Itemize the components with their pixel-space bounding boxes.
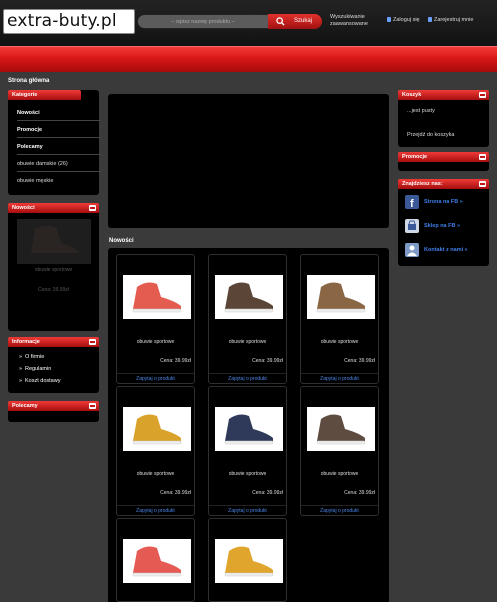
product-image[interactable] [307, 407, 375, 451]
find-us-title: Znajdziesz nas: [398, 179, 489, 189]
product-card[interactable] [208, 518, 287, 602]
cart-empty-text: ...jest pusty [407, 108, 435, 114]
login-link[interactable]: Zaloguj się [387, 17, 420, 23]
product-image[interactable] [123, 275, 191, 319]
news-product-image[interactable] [17, 219, 91, 264]
category-item-damskie[interactable]: obuwie damskie (26) [17, 161, 101, 172]
category-item-polecamy[interactable]: Polecamy [17, 144, 101, 155]
promo-box: Promocje [398, 152, 489, 171]
product-name[interactable]: obuwie sportowe [209, 339, 286, 345]
info-title: Informacje [8, 337, 99, 347]
news-title-label: Nowości [12, 205, 35, 211]
collapse-icon[interactable] [479, 181, 486, 187]
categories-title: Kategorie [8, 90, 81, 100]
section-title: Nowości [109, 238, 134, 244]
search-input[interactable]: -- wpisz nazwę produktu -- [137, 14, 269, 29]
cart-box: Koszyk ...jest pusty Przejdź do koszyka [398, 90, 489, 147]
info-link-about[interactable]: O firmie [19, 354, 44, 360]
ask-about-product-link[interactable]: Zapytaj o produkt [301, 505, 378, 514]
product-image[interactable] [123, 407, 191, 451]
recommended-title: Polecamy [8, 401, 99, 411]
product-image[interactable] [215, 407, 283, 451]
contact-icon [405, 243, 419, 257]
product-card[interactable]: obuwie sportowe Cena: 39.99zł Zapytaj o pr… [116, 386, 195, 516]
products-panel: obuwie sportowe Cena: 39.99zł Zapytaj o pr… [108, 248, 389, 602]
facebook-page-label: Strona na FB » [424, 199, 463, 205]
promo-title: Promocje [398, 152, 489, 162]
collapse-icon[interactable] [89, 339, 96, 345]
ask-about-product-link[interactable]: Zapytaj o produkt [209, 505, 286, 514]
info-link-terms[interactable]: Regulamin [19, 366, 51, 372]
product-image[interactable] [307, 275, 375, 319]
breadcrumb[interactable]: Strona główna [8, 78, 49, 84]
product-price: Cena: 39.99zł [344, 490, 375, 496]
product-card[interactable]: obuwie sportowe Cena: 39.99zł Zapytaj o pr… [300, 254, 379, 384]
product-price: Cena: 39.99zł [160, 358, 191, 364]
banner[interactable] [108, 94, 389, 228]
news-box: Nowości obuwie sportowe Cena: 39.99zł [8, 203, 99, 331]
register-label: Zarejestruj mnie [434, 17, 474, 23]
product-card[interactable]: obuwie sportowe Cena: 39.99zł Zapytaj o pr… [208, 386, 287, 516]
product-name[interactable]: obuwie sportowe [117, 339, 194, 345]
find-us-title-label: Znajdziesz nas: [402, 181, 443, 187]
product-card[interactable]: obuwie sportowe Cena: 39.99zł Zapytaj o pr… [300, 386, 379, 516]
category-item-promocje[interactable]: Promocje [17, 127, 101, 138]
product-name[interactable]: obuwie sportowe [117, 471, 194, 477]
product-price: Cena: 39.99zł [160, 490, 191, 496]
login-label: Zaloguj się [393, 17, 420, 23]
collapse-icon[interactable] [479, 154, 486, 160]
recommended-box: Polecamy [8, 401, 99, 422]
cart-title-label: Koszyk [402, 92, 422, 98]
advanced-search-link[interactable]: Wyszukiwanie zaawansowane [330, 14, 374, 28]
news-product-price: Cena: 39.99zł [38, 287, 69, 293]
site-logo[interactable]: extra-buty.pl [3, 9, 135, 34]
collapse-icon[interactable] [89, 205, 96, 211]
nav-bar [0, 46, 497, 72]
recommended-title-label: Polecamy [12, 403, 38, 409]
product-card[interactable]: obuwie sportowe Cena: 39.99zł Zapytaj o pr… [208, 254, 287, 384]
search-button-label: Szukaj [294, 18, 313, 24]
find-us-box: Znajdziesz nas: f Strona na FB » Sklep n… [398, 179, 489, 266]
product-price: Cena: 39.99zł [252, 358, 283, 364]
product-name[interactable]: obuwie sportowe [301, 339, 378, 345]
product-image[interactable] [215, 539, 283, 583]
facebook-icon: f [405, 195, 419, 210]
news-product-name[interactable]: obuwie sportowe [8, 267, 99, 273]
promo-title-label: Promocje [402, 154, 428, 160]
svg-text:f: f [410, 198, 414, 209]
info-link-shipping[interactable]: Koszt dostawy [19, 378, 61, 384]
collapse-icon[interactable] [479, 92, 486, 98]
product-image[interactable] [123, 539, 191, 583]
product-price: Cena: 39.99zł [344, 358, 375, 364]
product-name[interactable]: obuwie sportowe [209, 471, 286, 477]
info-box: Informacje O firmie Regulamin Koszt dost… [8, 337, 99, 393]
collapse-icon[interactable] [89, 403, 96, 409]
cart-title: Koszyk [398, 90, 489, 100]
go-to-cart-link[interactable]: Przejdź do koszyka [407, 132, 454, 138]
search-icon [276, 17, 285, 26]
product-card[interactable] [116, 518, 195, 602]
user-icon [387, 17, 391, 22]
user-add-icon [428, 17, 432, 22]
ask-about-product-link[interactable]: Zapytaj o produkt [209, 373, 286, 382]
category-item-meskie[interactable]: obuwie męskie [17, 178, 101, 188]
shop-icon [405, 219, 419, 233]
category-item-nowosci[interactable]: Nowości [17, 110, 101, 121]
info-title-label: Informacje [12, 339, 40, 345]
ask-about-product-link[interactable]: Zapytaj o produkt [301, 373, 378, 382]
ask-about-product-link[interactable]: Zapytaj o produkt [117, 505, 194, 514]
ask-about-product-link[interactable]: Zapytaj o produkt [117, 373, 194, 382]
search-button[interactable]: Szukaj [268, 14, 322, 29]
product-price: Cena: 39.99zł [252, 490, 283, 496]
categories-box: Kategorie Nowości Promocje Polecamy obuw… [8, 90, 101, 195]
register-link[interactable]: Zarejestruj mnie [428, 17, 473, 23]
product-name[interactable]: obuwie sportowe [301, 471, 378, 477]
contact-label: Kontakt z nami » [424, 247, 468, 253]
product-image[interactable] [215, 275, 283, 319]
news-title: Nowości [8, 203, 99, 213]
product-card[interactable]: obuwie sportowe Cena: 39.99zł Zapytaj o pr… [116, 254, 195, 384]
facebook-shop-label: Sklep na FB » [424, 223, 461, 229]
